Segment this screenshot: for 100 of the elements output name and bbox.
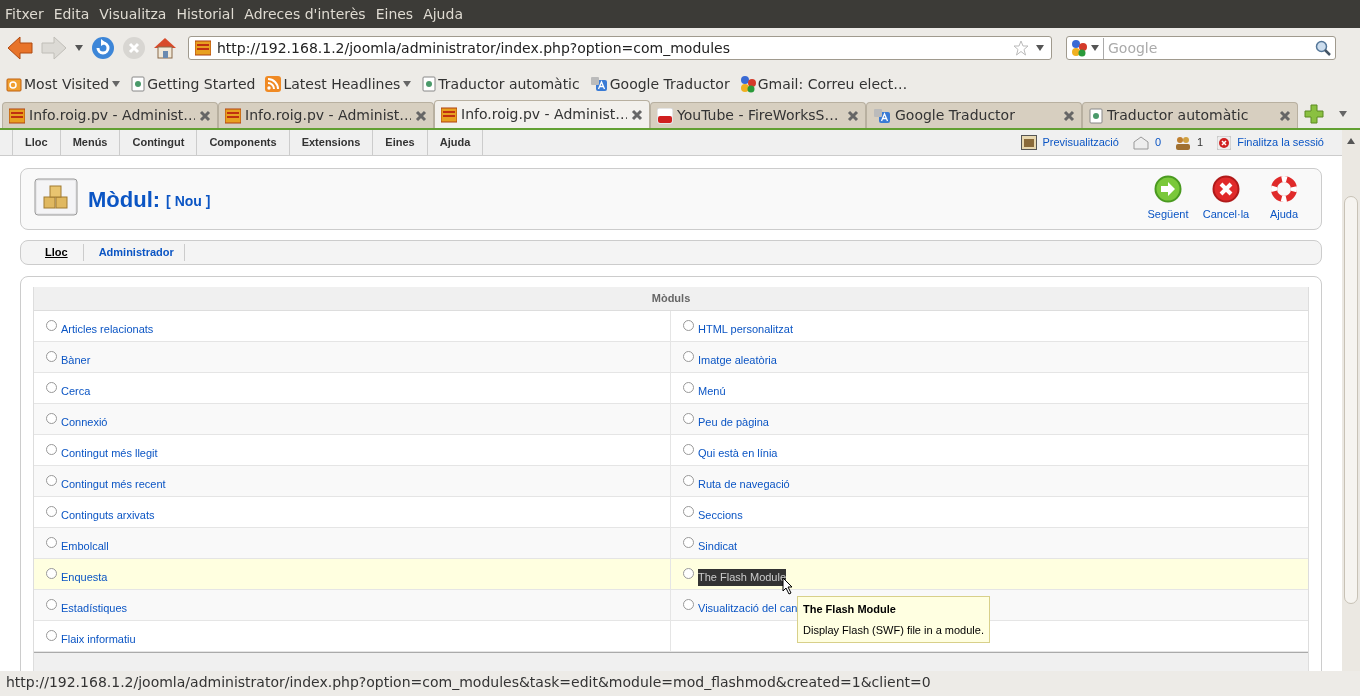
menu-item[interactable]: Visualitza (99, 3, 167, 25)
scrollbar[interactable] (1342, 130, 1360, 671)
module-link[interactable]: Embolcall (61, 538, 109, 555)
bookmark-item[interactable]: Google Traductor (589, 73, 730, 95)
toolbar-button[interactable]: Següent (1139, 175, 1197, 223)
browser-tab[interactable]: Traductor automàtic (1082, 102, 1298, 128)
search-input[interactable]: Google (1103, 37, 1311, 59)
logout-link[interactable]: Finalitza la sessió (1237, 134, 1324, 151)
radio-button[interactable] (46, 537, 57, 548)
dropdown-caret-icon[interactable] (1338, 110, 1348, 118)
radio-button[interactable] (46, 506, 57, 517)
admin-menu-item[interactable]: Contingut (120, 130, 198, 155)
module-link[interactable]: Ruta de navegació (698, 476, 790, 493)
home-icon[interactable] (152, 36, 178, 60)
dropdown-caret-icon[interactable] (74, 44, 84, 52)
star-icon[interactable] (1013, 40, 1029, 56)
radio-button[interactable] (683, 599, 694, 610)
module-link[interactable]: Articles relacionats (61, 321, 154, 338)
bookmark-item[interactable]: Gmail: Correu elect… (739, 73, 908, 95)
new-tab-plus-icon[interactable] (1304, 104, 1324, 124)
radio-button[interactable] (46, 444, 57, 455)
module-link[interactable]: Cerca (61, 383, 91, 400)
close-icon[interactable] (631, 108, 643, 121)
radio-button[interactable] (683, 568, 694, 579)
messages-count[interactable]: 0 (1154, 134, 1162, 151)
module-link[interactable]: Peu de pàgina (698, 414, 769, 431)
radio-button[interactable] (46, 413, 57, 424)
radio-button[interactable] (683, 320, 694, 331)
address-bar[interactable]: http://192.168.1.2/joomla/administrator/index.php?option=com_modules (188, 36, 1052, 60)
preview-link[interactable]: Previsualització (1042, 134, 1119, 151)
admin-menu-item[interactable]: Extensions (289, 130, 374, 155)
bookmark-item[interactable]: Latest Headlines (265, 73, 413, 95)
menu-item[interactable]: Adreces d'interès (244, 3, 366, 25)
module-link[interactable]: Estadístiques (61, 600, 128, 617)
module-link[interactable]: Bàner (61, 352, 91, 369)
radio-button[interactable] (683, 475, 694, 486)
toolbar-button[interactable]: Cancel·la (1197, 175, 1255, 223)
menu-item[interactable]: Ajuda (423, 3, 463, 25)
close-icon[interactable] (1279, 109, 1291, 122)
menu-item[interactable]: Fitxer (5, 3, 44, 25)
bookmark-item[interactable]: Getting Started (131, 73, 256, 95)
browser-tab[interactable]: Info.roig.pv - Administ… (2, 102, 218, 128)
close-icon[interactable] (1063, 109, 1075, 122)
admin-menu-item[interactable]: Components (197, 130, 290, 155)
admin-menu-item[interactable]: Lloc (12, 130, 61, 155)
menu-item[interactable]: Eines (375, 3, 414, 25)
browser-tab[interactable]: Google Traductor (866, 102, 1082, 128)
browser-tab[interactable]: YouTube - FireWorksS… (650, 102, 866, 128)
module-link[interactable]: Flaix informatiu (61, 631, 136, 648)
module-link[interactable]: Contingut més llegit (61, 445, 158, 462)
browser-tab[interactable]: Info.roig.pv - Administ… (434, 100, 650, 128)
module-link[interactable]: Contingut més recent (61, 476, 166, 493)
module-link[interactable]: Continguts arxivats (61, 507, 155, 524)
module-link[interactable]: Sindicat (698, 538, 738, 555)
radio-button[interactable] (46, 351, 57, 362)
menu-item[interactable]: Historial (176, 3, 235, 25)
radio-button[interactable] (683, 444, 694, 455)
menu-item[interactable]: Edita (53, 3, 90, 25)
radio-button[interactable] (46, 568, 57, 579)
module-link[interactable]: Seccions (698, 507, 743, 524)
dropdown-caret-icon[interactable] (1091, 44, 1099, 52)
radio-button[interactable] (46, 599, 57, 610)
module-link[interactable]: Menú (698, 383, 726, 400)
admin-menu-item[interactable]: Menús (60, 130, 121, 155)
close-icon[interactable] (847, 109, 859, 122)
search-field[interactable]: Google (1066, 36, 1336, 60)
admin-menu-item[interactable]: Eines (373, 130, 428, 155)
radio-button[interactable] (683, 413, 694, 424)
browser-tab[interactable]: Info.roig.pv - Administ… (218, 102, 434, 128)
forward-arrow-icon[interactable] (40, 35, 68, 61)
radio-button[interactable] (46, 630, 57, 641)
radio-button[interactable] (46, 475, 57, 486)
bookmark-item[interactable]: Traductor automàtic (422, 73, 580, 95)
submenu-tab[interactable]: Lloc (35, 244, 84, 261)
radio-button[interactable] (683, 506, 694, 517)
submenu-tab[interactable]: Administrador (88, 244, 185, 261)
reload-icon[interactable] (90, 35, 116, 61)
radio-button[interactable] (683, 537, 694, 548)
stop-icon[interactable] (122, 36, 146, 60)
module-link[interactable]: The Flash Module (698, 569, 787, 586)
search-icon[interactable] (1315, 40, 1331, 56)
module-link[interactable]: Connexió (61, 414, 108, 431)
scroll-up-arrow-icon[interactable] (1347, 138, 1355, 144)
radio-button[interactable] (46, 382, 57, 393)
radio-button[interactable] (683, 382, 694, 393)
radio-button[interactable] (46, 320, 57, 331)
toolbar-button[interactable]: Ajuda (1255, 175, 1313, 223)
bookmark-item[interactable]: Most Visited (6, 73, 122, 95)
module-link[interactable]: Imatge aleatòria (698, 352, 777, 369)
back-arrow-icon[interactable] (6, 35, 34, 61)
module-link[interactable]: Qui està en línia (698, 445, 778, 462)
admin-menu-item[interactable]: Ajuda (427, 130, 484, 155)
module-link[interactable]: HTML personalitzat (698, 321, 793, 338)
radio-button[interactable] (683, 351, 694, 362)
dropdown-caret-icon[interactable] (1035, 44, 1045, 52)
module-link[interactable]: Enquesta (61, 569, 108, 586)
close-icon[interactable] (199, 109, 211, 122)
module-link[interactable]: Visualització del can (698, 600, 798, 617)
table-heading: Mòduls (34, 287, 1308, 311)
close-icon[interactable] (415, 109, 427, 122)
